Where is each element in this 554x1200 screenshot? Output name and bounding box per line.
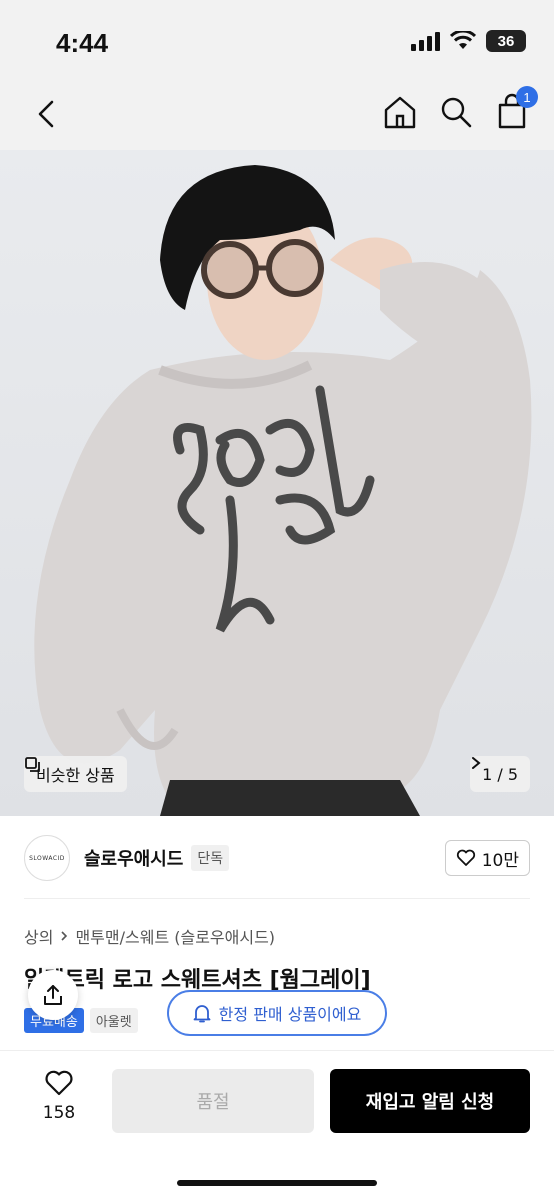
chevron-right-icon (61, 931, 68, 941)
brand-name[interactable]: 슬로우애시드 (84, 845, 183, 871)
top-nav: 1 (0, 80, 554, 150)
divider (24, 898, 530, 899)
home-icon[interactable] (382, 92, 418, 132)
heart-icon (45, 1070, 73, 1096)
heart-icon (456, 849, 475, 866)
breadcrumb: 상의 맨투맨/스웨트 (슬로우애시드) (24, 924, 275, 948)
brand-exclusive-tag: 단독 (191, 845, 230, 871)
breadcrumb-subcategory[interactable]: 맨투맨/스웨트 (슬로우애시드) (75, 924, 275, 948)
product-photo (34, 165, 532, 816)
soldout-button[interactable]: 품절 (112, 1069, 314, 1133)
nav-actions: 1 (382, 86, 538, 132)
limited-sale-label: 한정 판매 상품이에요 (218, 1005, 362, 1024)
brand-logo-text: SLOWACID (29, 854, 65, 862)
status-icons: 36 (411, 30, 526, 52)
limited-sale-notice[interactable]: 한정 판매 상품이에요 (167, 990, 387, 1036)
copy-icon (25, 757, 40, 772)
cart-button[interactable]: 1 (494, 86, 538, 132)
signal-icon (411, 31, 440, 51)
breadcrumb-category[interactable]: 상의 (24, 924, 53, 948)
bottom-action-bar: 158 품절 재입고 알림 신청 (0, 1050, 554, 1200)
image-page-indicator[interactable]: 1 / 5 (470, 756, 530, 792)
wifi-icon (450, 31, 476, 49)
similar-products-label: 비슷한 상품 (36, 766, 115, 785)
share-button[interactable] (28, 970, 78, 1020)
restock-alert-button[interactable]: 재입고 알림 신청 (330, 1069, 530, 1133)
outlet-tag: 아울렛 (89, 1008, 138, 1033)
status-time: 4:44 (56, 28, 109, 58)
back-button[interactable] (28, 94, 68, 134)
battery-icon: 36 (486, 30, 526, 52)
wishlist-button[interactable]: 158 (34, 1069, 84, 1123)
brand-like-count: 10만 (481, 850, 519, 871)
cart-badge: 1 (516, 86, 538, 108)
home-indicator (177, 1180, 377, 1186)
brand-row: SLOWACID 슬로우애시드 단독 10만 (24, 830, 530, 886)
similar-products-button[interactable]: 비슷한 상품 (24, 756, 127, 792)
chevron-right-icon (472, 757, 481, 769)
page-indicator-text: 1 / 5 (482, 764, 518, 784)
bell-icon (193, 1005, 211, 1023)
status-bar: 4:44 36 (0, 0, 554, 80)
search-icon[interactable] (438, 92, 474, 132)
product-image-carousel[interactable]: 비슷한 상품 1 / 5 (0, 150, 554, 816)
brand-logo[interactable]: SLOWACID (24, 835, 70, 881)
share-icon (44, 985, 62, 1005)
brand-like-button[interactable]: 10만 (444, 840, 530, 876)
wishlist-count: 158 (42, 1103, 76, 1123)
